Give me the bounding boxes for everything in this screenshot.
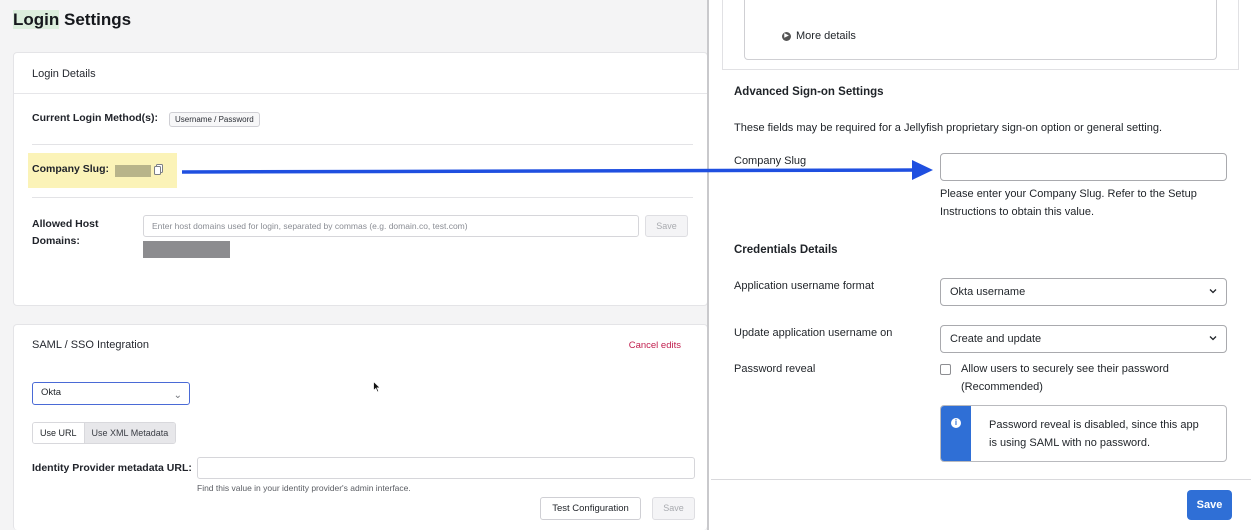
- provider-select[interactable]: Okta ⌄: [32, 382, 190, 405]
- callout-line1: Password reveal is disabled, since this …: [989, 419, 1199, 431]
- login-method-tag: Username / Password: [169, 112, 260, 127]
- metadata-source-toggle: Use URL Use XML Metadata: [32, 422, 177, 444]
- left-panel: Login Settings Login Details Current Log…: [0, 0, 709, 530]
- footer-bar: Save: [711, 479, 1251, 530]
- idp-helper-text: Find this value in your identity provide…: [197, 483, 411, 493]
- cursor-pointer-icon: [373, 381, 381, 393]
- username-format-select[interactable]: Okta username: [940, 278, 1227, 306]
- saml-sso-card: SAML / SSO Integration Cancel edits Okta…: [13, 324, 707, 530]
- tab-use-url[interactable]: Use URL: [33, 423, 85, 443]
- chevron-down-icon: ⌄: [173, 390, 182, 401]
- tab-use-xml-metadata[interactable]: Use XML Metadata: [84, 423, 176, 443]
- more-details-label: More details: [796, 30, 856, 42]
- allowed-hosts-save-button[interactable]: Save: [645, 215, 688, 237]
- password-reveal-option-line2: (Recommended): [961, 381, 1043, 393]
- login-details-heading: Login Details: [14, 53, 707, 94]
- credentials-details-title: Credentials Details: [734, 244, 838, 256]
- page-title-highlight: Login: [13, 10, 60, 29]
- allowed-hosts-label-line2: Domains:: [32, 235, 80, 247]
- save-button[interactable]: Save: [1187, 490, 1232, 520]
- company-slug-label: Company Slug:: [32, 163, 110, 175]
- password-reveal-option-line1: Allow users to securely see their passwo…: [961, 363, 1169, 375]
- idp-metadata-url-input[interactable]: [197, 457, 695, 479]
- provider-select-value: Okta: [41, 387, 62, 398]
- saml-save-button[interactable]: Save: [652, 497, 695, 520]
- divider: [32, 144, 693, 145]
- callout-text: Password reveal is disabled, since this …: [989, 416, 1219, 452]
- chevron-down-icon: [1209, 336, 1217, 341]
- copy-icon[interactable]: [154, 164, 163, 175]
- advanced-signon-title: Advanced Sign-on Settings: [734, 86, 884, 98]
- info-icon: i: [951, 418, 961, 428]
- username-format-label: Application username format: [734, 280, 875, 292]
- chevron-down-icon: [1209, 289, 1217, 294]
- allowed-hosts-input[interactable]: Enter host domains used for login, separ…: [143, 215, 639, 237]
- update-username-label: Update application username on: [734, 327, 893, 339]
- page-title: Login Settings: [13, 10, 131, 30]
- page-title-rest: Settings: [59, 10, 132, 29]
- cancel-edits-link[interactable]: Cancel edits: [629, 340, 681, 351]
- update-username-select[interactable]: Create and update: [940, 325, 1227, 353]
- allowed-hosts-label-line1: Allowed Host: [32, 218, 99, 230]
- saml-heading: SAML / SSO Integration: [32, 339, 149, 351]
- company-slug-input[interactable]: [940, 153, 1227, 181]
- update-username-value: Create and update: [950, 333, 1042, 345]
- advanced-signon-description: These fields may be required for a Jelly…: [734, 122, 1163, 134]
- password-reveal-callout: i Password reveal is disabled, since thi…: [940, 405, 1227, 462]
- login-details-card: Login Details Current Login Method(s): U…: [13, 52, 707, 306]
- company-slug-field-label: Company Slug: [734, 155, 807, 167]
- redacted-hosts-value: [143, 241, 230, 258]
- idp-metadata-url-label: Identity Provider metadata URL:: [32, 462, 192, 474]
- callout-accent-bar: [941, 406, 971, 461]
- password-reveal-checkbox[interactable]: [940, 364, 951, 375]
- company-slug-help-line1: Please enter your Company Slug. Refer to…: [940, 188, 1197, 200]
- current-login-method-label: Current Login Method(s):: [32, 112, 158, 124]
- divider: [32, 197, 693, 198]
- username-format-value: Okta username: [950, 286, 1026, 298]
- more-details-toggle[interactable]: ▶ More details: [782, 30, 856, 42]
- more-details-icon: ▶: [782, 31, 791, 41]
- right-panel: ▶ More details Advanced Sign-on Settings…: [711, 0, 1251, 530]
- password-reveal-label: Password reveal: [734, 363, 816, 375]
- company-slug-redacted-value: [115, 165, 151, 177]
- callout-line2: is using SAML with no password.: [989, 437, 1150, 449]
- test-configuration-button[interactable]: Test Configuration: [540, 497, 641, 520]
- company-slug-help-line2: Instructions to obtain this value.: [940, 206, 1095, 218]
